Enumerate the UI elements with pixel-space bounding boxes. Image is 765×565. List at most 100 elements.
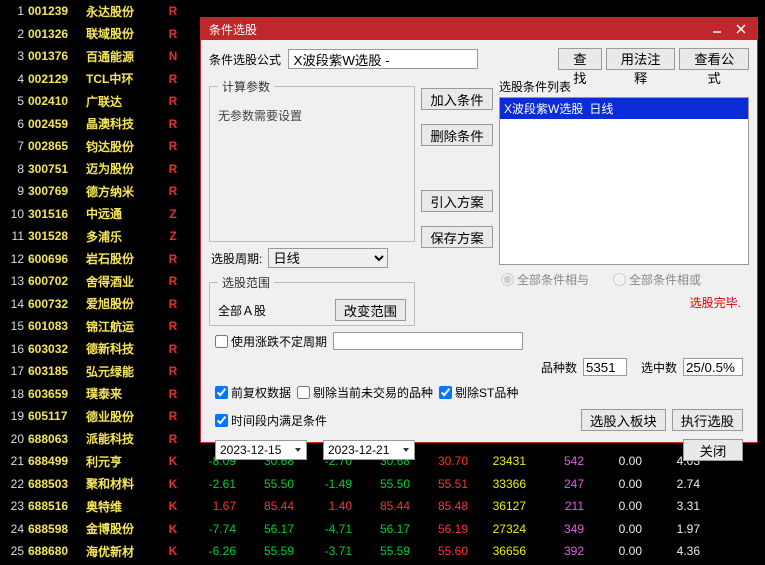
date-from[interactable]: 2023-12-15 [215, 440, 307, 460]
row-index: 7 [0, 139, 28, 153]
stock-name: 爱旭股份 [86, 295, 162, 312]
stock-name: 舍得酒业 [86, 273, 162, 290]
cycle-checkbox[interactable]: 使用涨跌不定周期 [215, 333, 327, 350]
row-index: 18 [0, 387, 28, 401]
row-index: 10 [0, 207, 28, 221]
row-index: 1 [0, 4, 28, 18]
close-dialog-button[interactable]: 关闭 [683, 439, 743, 461]
stock-flag: K [162, 522, 184, 536]
stock-flag: K [162, 544, 184, 558]
chk-exclude-nontrade[interactable]: 剔除当前未交易的品种 [297, 384, 433, 401]
data-cell: 0.00 [590, 499, 648, 513]
data-cell: 1.97 [648, 522, 706, 536]
view-formula-button[interactable]: 查看公式 [679, 48, 749, 70]
chk-timerange[interactable]: 时间段内满足条件 [215, 412, 327, 429]
stock-name: 弘元绿能 [86, 363, 162, 380]
stock-code: 603659 [28, 387, 86, 401]
stock-name: 锦江航运 [86, 318, 162, 335]
save-plan-button[interactable]: 保存方案 [421, 226, 493, 248]
row-index: 23 [0, 499, 28, 513]
varieties-input[interactable] [583, 358, 627, 376]
data-cell: 33366 [474, 477, 532, 491]
period-select[interactable]: 日线 [268, 248, 388, 268]
radio-and[interactable]: 全部条件相与 [501, 271, 589, 288]
condition-listbox[interactable]: X波段紫W选股日线 [499, 97, 749, 265]
row-index: 12 [0, 252, 28, 266]
stock-flag: R [162, 139, 184, 153]
search-button[interactable]: 查找 [558, 48, 602, 70]
data-cell: 85.44 [358, 499, 416, 513]
stock-name: 奥特维 [86, 498, 162, 515]
dialog-title: 条件选股 [205, 21, 705, 38]
formula-input[interactable] [288, 49, 478, 69]
row-index: 2 [0, 27, 28, 41]
titlebar[interactable]: 条件选股 [201, 18, 757, 40]
list-item[interactable]: X波段紫W选股日线 [500, 98, 748, 119]
scope-fieldset: 选股范围 全部Ａ股 改变范围 [209, 274, 415, 326]
cycle-input[interactable] [333, 332, 523, 350]
data-cell: -6.26 [184, 544, 242, 558]
stock-code: 301528 [28, 229, 86, 243]
row-index: 25 [0, 544, 28, 558]
stock-name: 利元亨 [86, 453, 162, 470]
row-index: 22 [0, 477, 28, 491]
stock-code: 002865 [28, 139, 86, 153]
stock-code: 600732 [28, 297, 86, 311]
stock-code: 688063 [28, 432, 86, 446]
change-scope-button[interactable]: 改变范围 [335, 299, 406, 321]
stock-name: 德新科技 [86, 340, 162, 357]
chk-exclude-st[interactable]: 剔除ST品种 [439, 384, 518, 401]
data-cell: 55.50 [242, 477, 300, 491]
radio-or[interactable]: 全部条件相或 [613, 271, 701, 288]
data-cell: 85.44 [242, 499, 300, 513]
stock-name: TCL中环 [86, 70, 162, 87]
data-cell: 36656 [474, 544, 532, 558]
row-index: 20 [0, 432, 28, 446]
stock-name: 多浦乐 [86, 228, 162, 245]
stock-flag: R [162, 162, 184, 176]
data-cell: 4.36 [648, 544, 706, 558]
stock-name: 德方纳米 [86, 183, 162, 200]
data-cell: 55.59 [358, 544, 416, 558]
date-to[interactable]: 2023-12-21 [323, 440, 415, 460]
delete-condition-button[interactable]: 删除条件 [421, 124, 493, 146]
stock-name: 岩石股份 [86, 250, 162, 267]
import-plan-button[interactable]: 引入方案 [421, 190, 493, 212]
data-cell: 55.60 [416, 544, 474, 558]
data-cell: -1.49 [300, 477, 358, 491]
stock-name: 广联达 [86, 93, 162, 110]
table-row[interactable]: 24 688598 金博股份 K-7.7456.17-4.7156.1756.1… [0, 518, 765, 541]
data-cell: 2.74 [648, 477, 706, 491]
calc-params-legend: 计算参数 [218, 78, 274, 95]
data-cell: -4.71 [300, 522, 358, 536]
run-button[interactable]: 执行选股 [672, 409, 743, 431]
stock-code: 688598 [28, 522, 86, 536]
hits-input[interactable] [683, 358, 743, 376]
row-index: 5 [0, 94, 28, 108]
date-sep: - [313, 443, 317, 457]
add-condition-button[interactable]: 加入条件 [421, 88, 493, 110]
table-row[interactable]: 23 688516 奥特维 K1.6785.441.4085.4485.4836… [0, 495, 765, 518]
stock-name: 晶澳科技 [86, 115, 162, 132]
calc-params-fieldset: 计算参数 无参数需要设置 [209, 78, 415, 242]
stock-code: 605117 [28, 409, 86, 423]
stock-name: 聚和材料 [86, 475, 162, 492]
data-cell: 1.40 [300, 499, 358, 513]
stock-name: 百通能源 [86, 48, 162, 65]
usage-button[interactable]: 用法注释 [606, 48, 676, 70]
data-cell: 56.17 [242, 522, 300, 536]
stock-code: 300769 [28, 184, 86, 198]
minimize-button[interactable] [705, 20, 729, 38]
table-row[interactable]: 25 688680 海优新材 K-6.2655.59-3.7155.5955.6… [0, 540, 765, 563]
stock-flag: R [162, 27, 184, 41]
chk-adjprice[interactable]: 前复权数据 [215, 384, 291, 401]
stock-flag: R [162, 4, 184, 18]
data-cell: 0.00 [590, 522, 648, 536]
stock-name: 迈为股份 [86, 160, 162, 177]
stock-code: 300751 [28, 162, 86, 176]
close-button[interactable] [729, 20, 753, 38]
status-text: 选股完毕. [499, 294, 741, 311]
row-index: 9 [0, 184, 28, 198]
stock-flag: R [162, 319, 184, 333]
to-plate-button[interactable]: 选股入板块 [581, 409, 666, 431]
